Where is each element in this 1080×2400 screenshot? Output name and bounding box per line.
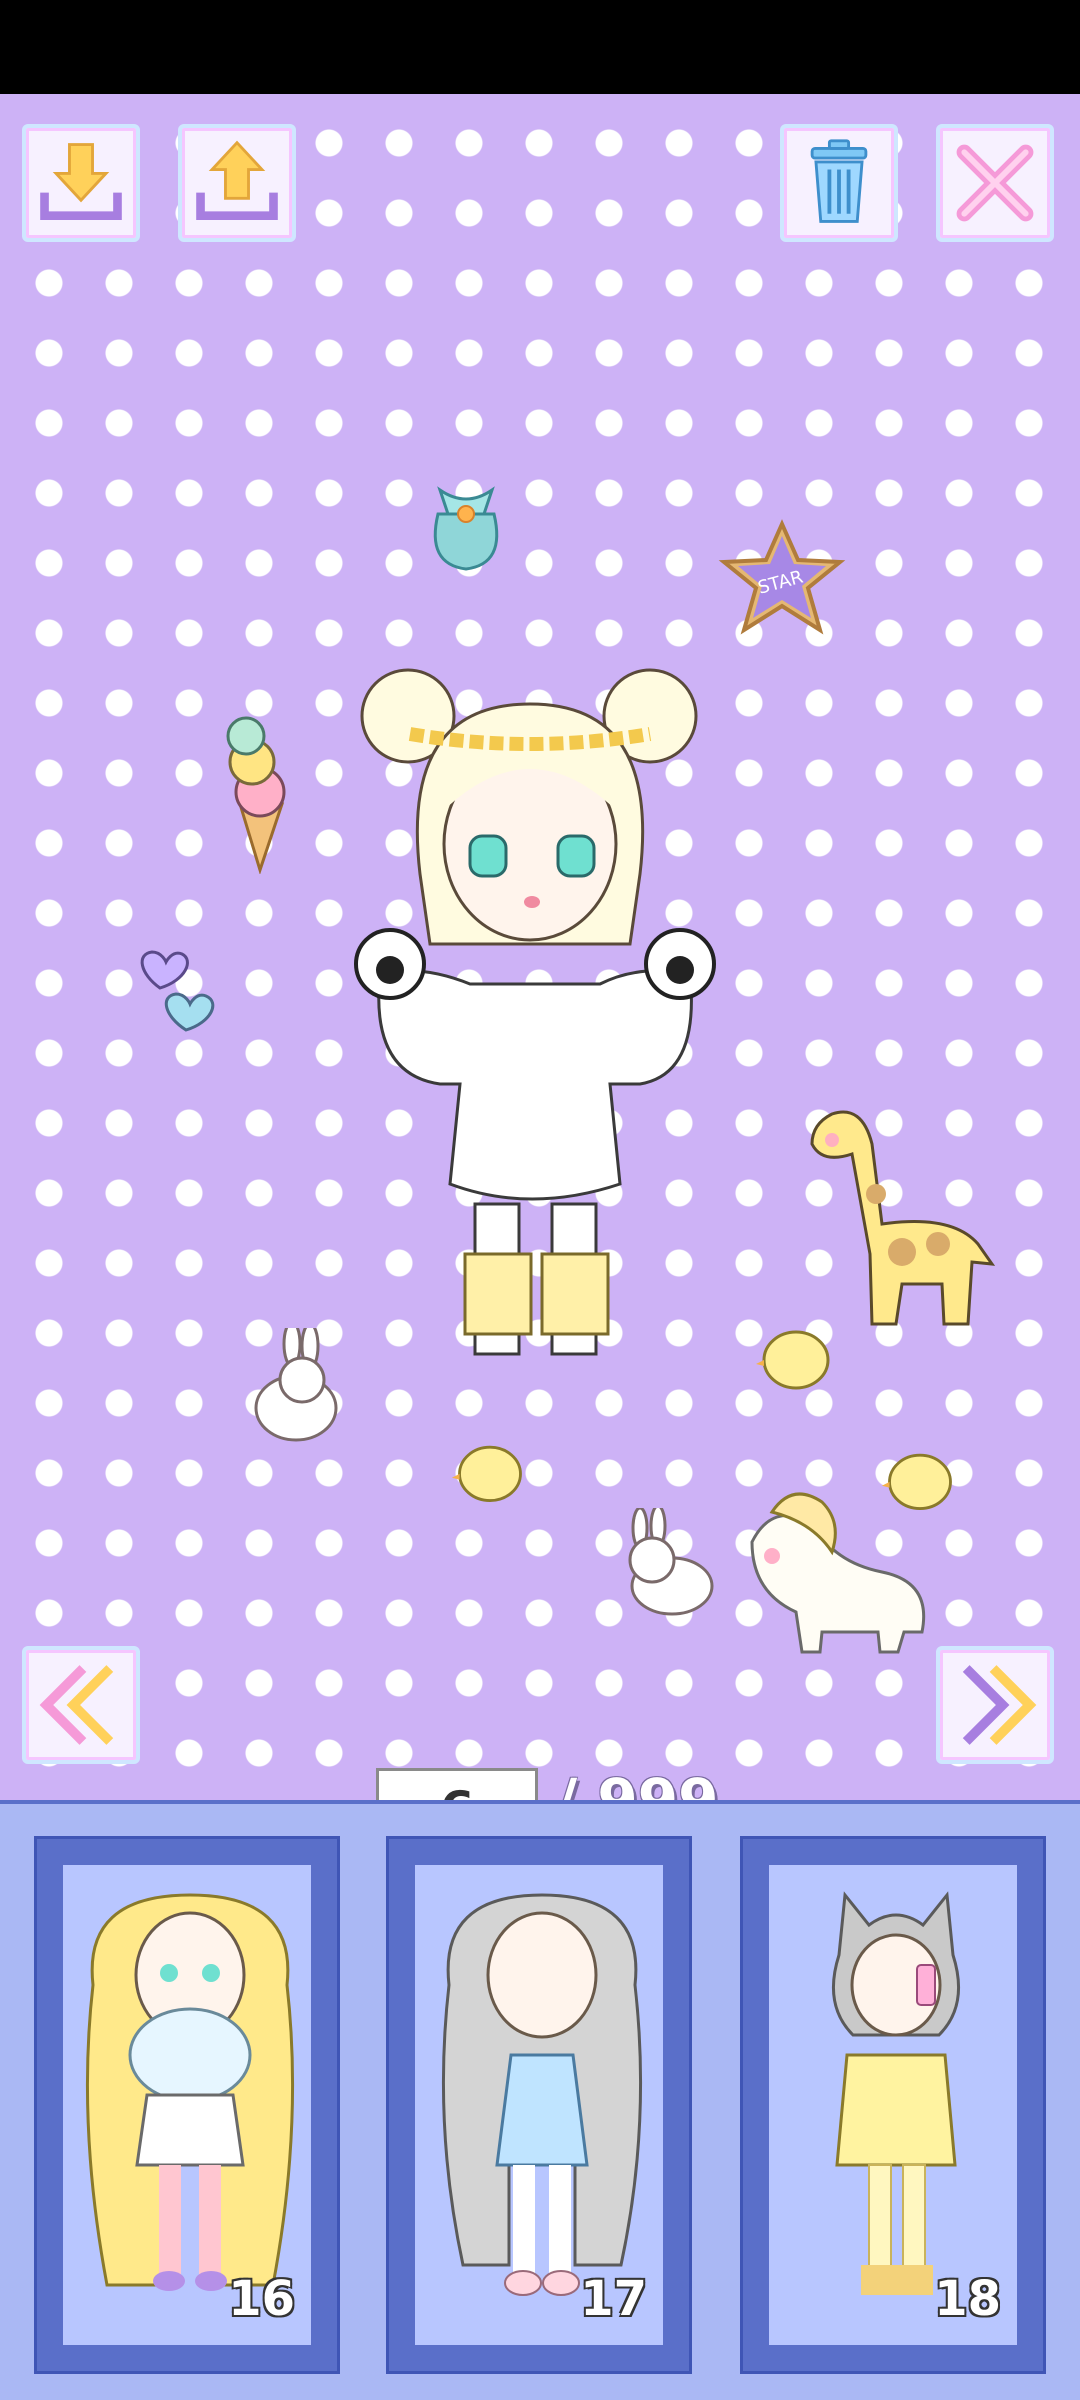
character-slot-18[interactable]: 18 bbox=[740, 1836, 1046, 2374]
close-icon bbox=[956, 144, 1034, 222]
dressup-stage[interactable]: STAR bbox=[0, 94, 1080, 1852]
delete-button[interactable] bbox=[780, 124, 898, 242]
status-bar bbox=[0, 0, 1080, 94]
download-arrow-icon bbox=[40, 143, 122, 220]
slot-number: 17 bbox=[580, 2271, 647, 2327]
prev-page-button[interactable] bbox=[22, 1646, 140, 1764]
gift-bag-sticker[interactable] bbox=[418, 474, 514, 574]
chick-sticker-2[interactable] bbox=[450, 1432, 530, 1512]
trash-icon bbox=[810, 139, 868, 223]
character-slot-17[interactable]: 17 bbox=[386, 1836, 692, 2374]
double-left-arrow-icon bbox=[39, 1665, 114, 1745]
character-tray: 16 17 18 bbox=[0, 1800, 1080, 2400]
upload-arrow-icon bbox=[196, 140, 278, 220]
double-right-arrow-icon bbox=[962, 1665, 1037, 1745]
chick-sticker-1[interactable] bbox=[754, 1316, 838, 1400]
star-cookie-sticker[interactable]: STAR bbox=[716, 518, 848, 644]
ice-cream-sticker[interactable] bbox=[212, 714, 298, 874]
close-button[interactable] bbox=[936, 124, 1054, 242]
main-character[interactable] bbox=[340, 664, 740, 1384]
bunny-sticker-left[interactable] bbox=[246, 1328, 346, 1444]
next-page-button[interactable] bbox=[936, 1646, 1054, 1764]
unicorn-sticker[interactable] bbox=[732, 1482, 934, 1658]
import-button[interactable] bbox=[22, 124, 140, 242]
bunny-sticker-right[interactable] bbox=[618, 1508, 718, 1618]
character-slot-16[interactable]: 16 bbox=[34, 1836, 340, 2374]
rainbow-hearts-sticker[interactable] bbox=[130, 946, 230, 1036]
export-button[interactable] bbox=[178, 124, 296, 242]
giraffe-sticker[interactable] bbox=[792, 1094, 1002, 1334]
slot-number: 16 bbox=[228, 2271, 295, 2327]
slot-number: 18 bbox=[934, 2271, 1001, 2327]
